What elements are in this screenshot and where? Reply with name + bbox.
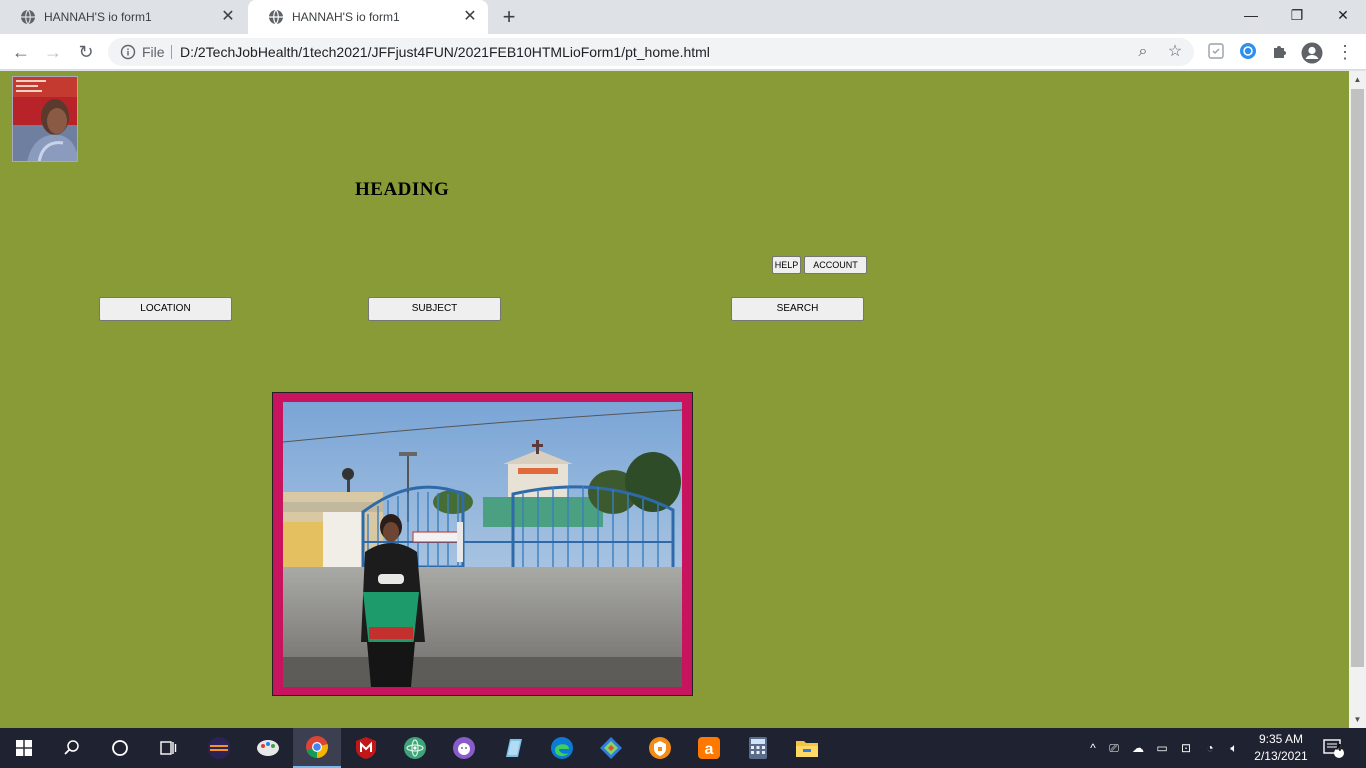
task-view-icon[interactable] [144,728,192,768]
svg-text:a: a [705,741,714,758]
avast-vpn-icon[interactable] [636,728,684,768]
show-hidden-icons-chevron-icon[interactable]: ^ [1084,741,1102,755]
windows-taskbar: a ^ ⎚ ☁ ▭ ⊡ ◔ 🔈︎ 9:35 AM 2/13/2021 4 [0,728,1366,768]
scroll-thumb[interactable] [1351,89,1364,667]
system-tray: ^ ⎚ ☁ ▭ ⊡ ◔ 🔈︎ [1084,728,1246,768]
close-tab-icon[interactable]: ✕ [462,9,478,25]
cortana-icon[interactable] [96,728,144,768]
avast-icon[interactable]: a [685,728,733,768]
notification-count-badge: 4 [1336,743,1342,754]
page-heading: HEADING [355,179,450,200]
extension-page-icon[interactable] [1206,42,1226,62]
reload-icon[interactable]: ↻ [76,42,96,62]
church-gate-photo [283,402,682,687]
atom-icon[interactable] [391,728,439,768]
globe-icon [21,9,35,25]
close-tab-icon[interactable]: ✕ [220,9,236,25]
close-window-icon[interactable]: ✕ [1320,0,1366,30]
back-icon[interactable]: ← [11,42,31,62]
tab-title: HANNAH'S io form1 [44,10,152,24]
globe-icon [269,9,283,25]
paint-icon[interactable] [244,728,292,768]
info-icon[interactable] [120,44,136,60]
scroll-down-arrow-icon[interactable]: ▼ [1352,714,1363,725]
translate-extension-icon[interactable] [1238,42,1258,62]
zoom-icon[interactable]: ⌕ [1134,43,1152,61]
action-center[interactable]: 4 [1322,728,1344,768]
tab-hannahs-form-1[interactable]: HANNAH'S io form1 ✕ [0,0,246,34]
edge-icon[interactable] [538,728,586,768]
chrome-icon[interactable] [293,728,341,768]
wifi-icon[interactable]: ◔ [1198,741,1222,755]
restore-icon[interactable]: ❐ [1274,0,1320,30]
tab-title: HANNAH'S io form1 [292,10,400,24]
start-icon[interactable] [0,728,48,768]
notepad-icon[interactable] [489,728,537,768]
location-button[interactable]: LOCATION [99,297,232,321]
address-bar[interactable]: File D:/2TechJobHealth/1tech2021/JFFjust… [108,38,1194,66]
search-icon[interactable] [48,728,96,768]
account-button[interactable]: ACCOUNT [804,256,867,274]
tab-strip: HANNAH'S io form1 ✕ HANNAH'S io form1 ✕ … [0,0,1366,34]
menu-kebab-icon[interactable]: ⋮ [1335,42,1355,62]
page-viewport: HEADING HELP ACCOUNT LOCATION SUBJECT SE… [0,71,1349,728]
onedrive-cloud-icon[interactable]: ☁ [1126,741,1150,755]
tab-hannahs-form-2[interactable]: HANNAH'S io form1 ✕ [248,0,488,34]
search-button[interactable]: SEARCH [731,297,864,321]
clock-time: 9:35 AM [1258,732,1304,746]
scheme-label: File [142,44,165,60]
eclipse-icon[interactable] [195,728,243,768]
security-center-icon[interactable]: ⊡ [1174,741,1198,755]
file-explorer-icon[interactable] [783,728,831,768]
bookmark-star-icon[interactable]: ☆ [1166,43,1184,61]
forward-icon[interactable]: → [43,42,63,62]
mcafee-icon[interactable] [342,728,390,768]
scroll-up-arrow-icon[interactable]: ▲ [1352,74,1363,85]
extensions-puzzle-icon[interactable] [1270,42,1290,62]
profile-avatar-icon[interactable] [1301,42,1323,64]
sourcetree-icon[interactable] [587,728,635,768]
address-divider [171,45,172,59]
new-tab-button[interactable]: + [498,6,520,29]
taskbar-clock[interactable]: 9:35 AM 2/13/2021 [1246,731,1316,765]
meet-now-icon[interactable]: ⎚ [1102,741,1126,756]
minimize-icon[interactable]: — [1228,0,1274,30]
profile-photo [12,76,78,162]
help-button[interactable]: HELP [772,256,801,274]
browser-toolbar: ← → ↻ File D:/2TechJobHealth/1tech2021/J… [0,34,1366,70]
github-desktop-icon[interactable] [440,728,488,768]
subject-button[interactable]: SUBJECT [368,297,501,321]
photo-frame [272,392,693,696]
battery-icon[interactable]: ▭ [1150,741,1174,755]
calculator-icon[interactable] [734,728,782,768]
url-text[interactable]: D:/2TechJobHealth/1tech2021/JFFjust4FUN/… [180,38,710,66]
clock-date: 2/13/2021 [1254,749,1308,763]
volume-icon[interactable]: 🔈︎ [1222,741,1246,756]
page-scrollbar[interactable]: ▲ ▼ [1349,71,1366,728]
